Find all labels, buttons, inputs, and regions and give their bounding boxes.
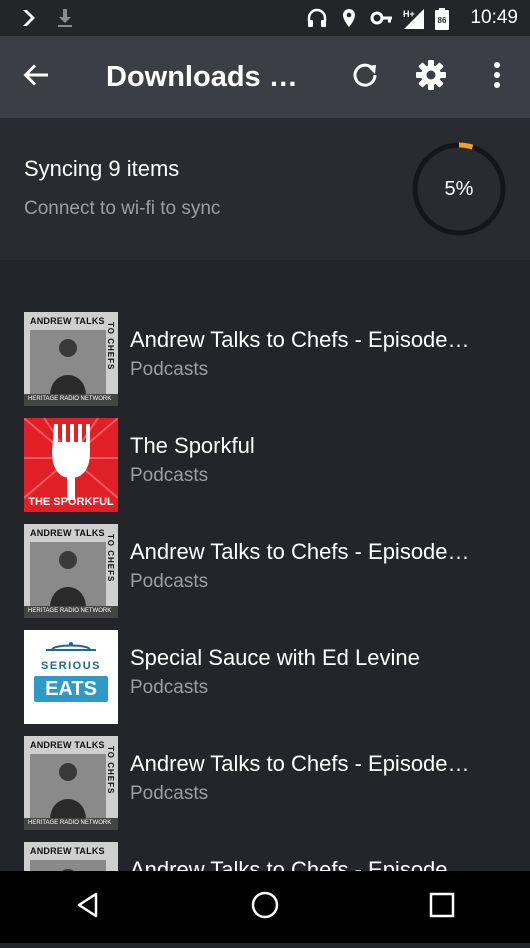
svg-text:H+: H+: [403, 9, 415, 19]
headphones-icon: [306, 7, 328, 29]
nav-home-button[interactable]: [225, 871, 305, 943]
settings-gear-icon: [415, 59, 447, 96]
downloads-list: ANDREW TALKS TO CHEFS HERITAGE RADIO NET…: [0, 312, 530, 948]
refresh-icon: [351, 61, 379, 94]
item-title: The Sporkful: [130, 433, 255, 458]
item-title: Special Sauce with Ed Levine: [130, 645, 420, 670]
sync-progress-label: 5%: [444, 177, 474, 200]
settings-button[interactable]: [398, 36, 464, 118]
art-vertical-text: TO CHEFS: [106, 746, 115, 795]
list-item[interactable]: SERIOUS EATS Special Sauce with Ed Levin…: [0, 630, 530, 736]
item-title: Andrew Talks to Chefs - Episode…: [130, 751, 470, 776]
sync-status-panel: Syncing 9 items Connect to wi-fi to sync…: [0, 118, 530, 260]
page-title: Downloads &…: [106, 60, 306, 93]
art-top-text: SERIOUS: [40, 660, 101, 672]
art-vertical-text: TO CHEFS: [106, 322, 115, 371]
back-button[interactable]: [0, 36, 72, 118]
podcast-artwork: SERIOUS EATS: [24, 630, 118, 724]
item-subtitle: Podcasts: [130, 571, 209, 592]
art-header-text: ANDREW TALKS: [30, 846, 105, 856]
sync-subtitle: Connect to wi-fi to sync: [24, 198, 221, 219]
art-bottom-text: EATS: [34, 676, 108, 702]
podcast-artwork: THE SPORKFUL: [24, 418, 118, 512]
status-time: 10:49: [470, 7, 518, 28]
nav-back-button[interactable]: [48, 871, 128, 943]
nav-recents-icon: [428, 891, 456, 924]
art-header-text: ANDREW TALKS: [30, 528, 105, 538]
nav-recents-button[interactable]: [402, 871, 482, 943]
chevron-right-icon: [18, 7, 40, 29]
location-pin-icon: [338, 7, 360, 29]
art-header-text: ANDREW TALKS: [30, 740, 105, 750]
overflow-menu-button[interactable]: [464, 36, 530, 118]
system-nav-bar: [0, 871, 530, 943]
podcast-artwork: ANDREW TALKS TO CHEFS HERITAGE RADIO NET…: [24, 524, 118, 618]
art-footer-text: HERITAGE RADIO NETWORK: [28, 396, 112, 402]
nav-home-icon: [250, 890, 280, 925]
podcast-artwork: ANDREW TALKS TO CHEFS HERITAGE RADIO NET…: [24, 312, 118, 406]
item-title: Andrew Talks to Chefs - Episode…: [130, 539, 470, 564]
svg-text:86: 86: [438, 16, 447, 25]
podcast-artwork: ANDREW TALKS TO CHEFS HERITAGE RADIO NET…: [24, 736, 118, 830]
back-arrow-icon: [22, 61, 50, 94]
vpn-key-icon: [370, 7, 393, 29]
list-item[interactable]: ANDREW TALKS TO CHEFS HERITAGE RADIO NET…: [0, 736, 530, 842]
item-subtitle: Podcasts: [130, 465, 209, 486]
signal-icon: H+: [402, 7, 425, 29]
item-subtitle: Podcasts: [130, 359, 209, 380]
list-item[interactable]: ANDREW TALKS TO CHEFS HERITAGE RADIO NET…: [0, 524, 530, 630]
app-bar: Downloads &…: [0, 36, 530, 118]
status-bar: H+ 86 10:49: [0, 0, 530, 36]
list-item[interactable]: THE SPORKFUL The Sporkful Podcasts: [0, 418, 530, 524]
refresh-button[interactable]: [332, 36, 398, 118]
art-label: THE SPORKFUL: [28, 496, 114, 508]
download-icon: [54, 7, 76, 29]
sync-title: Syncing 9 items: [24, 156, 180, 181]
item-subtitle: Podcasts: [130, 783, 209, 804]
item-subtitle: Podcasts: [130, 677, 209, 698]
art-header-text: ANDREW TALKS: [30, 316, 105, 326]
nav-back-icon: [74, 891, 102, 924]
overflow-menu-icon: [493, 61, 501, 94]
art-footer-text: HERITAGE RADIO NETWORK: [28, 820, 112, 826]
battery-icon: 86: [434, 7, 456, 30]
art-footer-text: HERITAGE RADIO NETWORK: [28, 608, 112, 614]
art-vertical-text: TO CHEFS: [106, 534, 115, 583]
list-item[interactable]: ANDREW TALKS TO CHEFS HERITAGE RADIO NET…: [0, 312, 530, 418]
item-title: Andrew Talks to Chefs - Episode…: [130, 327, 470, 352]
